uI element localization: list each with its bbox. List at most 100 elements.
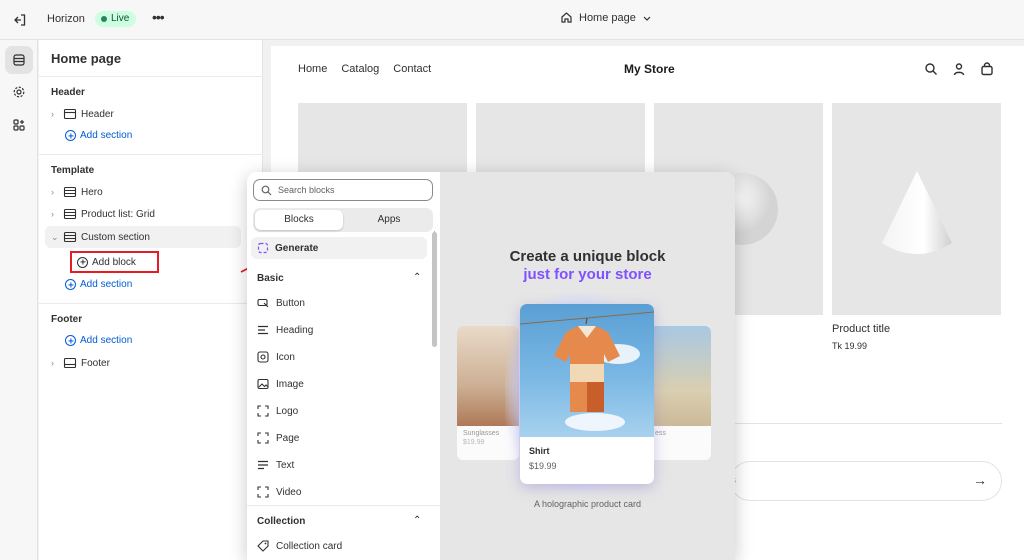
footer-group-title: Footer (51, 314, 83, 325)
block-item-button[interactable]: Button (257, 294, 305, 312)
chevron-up-icon[interactable]: ⌃ (413, 272, 421, 283)
generate-label: Generate (275, 242, 319, 254)
search-icon (261, 185, 272, 195)
video-icon (257, 486, 269, 498)
block-item-image[interactable]: Image (257, 375, 304, 393)
theme-name: Horizon (47, 13, 85, 25)
block-item-text[interactable]: Text (257, 456, 294, 474)
promo-card-main: Shirt $19.99 (520, 304, 654, 484)
chevron-right-icon: › (51, 209, 54, 219)
more-actions-button[interactable]: ••• (152, 10, 168, 26)
generate-sparkle-icon (257, 242, 269, 254)
exit-icon[interactable] (12, 12, 28, 28)
add-section-template-button[interactable]: Add section (65, 279, 132, 290)
sidebar-item-custom-section[interactable]: ⌄ Custom section (51, 227, 241, 247)
block-item-icon[interactable]: Icon (257, 348, 295, 366)
plus-circle-icon (65, 130, 76, 141)
product-price: Tk 19.99 (832, 341, 868, 351)
section-icon (63, 208, 77, 220)
live-dot-icon (101, 16, 107, 22)
section-icon (63, 231, 77, 243)
promo-subtitle: just for your store (523, 266, 652, 283)
promo-title: Create a unique block (509, 248, 666, 265)
page-selector[interactable]: Home page (560, 11, 652, 24)
sections-icon (13, 54, 25, 66)
dress-image (649, 326, 711, 426)
chevron-down-icon: ⌄ (51, 231, 59, 242)
block-item-label: Logo (276, 405, 299, 417)
block-item-label: Collection card (276, 540, 343, 552)
add-block-label: Add block (92, 256, 136, 268)
chevron-up-icon[interactable]: ⌃ (413, 515, 421, 526)
page-selector-label: Home page (579, 11, 636, 24)
search-blocks-input[interactable]: Search blocks (253, 179, 433, 201)
block-item-label: Button (276, 297, 305, 309)
collection-group-title: Collection (257, 516, 306, 527)
block-item-collection-card[interactable]: Collection card (257, 537, 342, 555)
live-badge: Live (95, 11, 137, 27)
tab-apps[interactable]: Apps (345, 210, 433, 230)
divider (39, 154, 263, 155)
gear-icon (13, 86, 25, 98)
sidebar-item-label: Custom section (81, 231, 150, 243)
heading-icon (258, 325, 268, 335)
block-item-video[interactable]: Video (257, 483, 301, 501)
section-header-icon (63, 108, 77, 120)
email-signup-field[interactable]: s → (730, 461, 1002, 501)
nav-link-contact[interactable]: Contact (393, 63, 431, 75)
live-badge-label: Live (111, 13, 130, 24)
divider (39, 76, 263, 77)
collection-card-icon (257, 540, 269, 552)
sidebar-item-hero[interactable]: › Hero (51, 182, 241, 202)
arrow-right-icon[interactable]: → (973, 472, 987, 488)
block-item-logo[interactable]: Logo (257, 402, 298, 420)
home-icon (561, 12, 572, 23)
sidebar-item-product-list[interactable]: › Product list: Grid (51, 204, 241, 224)
template-group-title: Template (51, 165, 95, 176)
store-nav: Home Catalog Contact (298, 63, 431, 75)
tab-blocks[interactable]: Blocks (255, 210, 343, 230)
text-icon (258, 460, 268, 470)
chevron-right-icon: › (51, 187, 54, 197)
block-item-label: Image (276, 378, 304, 390)
product-card-image[interactable] (832, 103, 1001, 315)
block-list: Search blocks Blocks Apps Generate ▲ Bas… (247, 172, 440, 560)
block-item-heading[interactable]: Heading (257, 321, 313, 339)
sidebar-item-header[interactable]: › Header (51, 104, 241, 124)
add-block-button[interactable]: Add block (70, 251, 159, 273)
block-item-label: Video (276, 486, 302, 498)
promo-caption: A holographic product card (533, 499, 642, 509)
nav-link-home[interactable]: Home (298, 63, 327, 75)
cone-shape (882, 171, 952, 254)
sections-sidebar: Home page ▲ Header › Header Add section … (39, 40, 298, 560)
add-section-header-button[interactable]: Add section (65, 130, 132, 141)
plus-circle-icon (65, 335, 76, 346)
logo-icon (257, 405, 269, 417)
picker-tabs: Blocks Apps (253, 208, 433, 232)
sidebar-item-footer[interactable]: › Footer (51, 353, 241, 373)
promo-card-main-price: $19.99 (529, 461, 557, 471)
store-name: My Store (624, 62, 675, 76)
sections-rail-button[interactable] (5, 46, 33, 74)
search-icon[interactable] (924, 62, 938, 76)
button-icon (257, 298, 269, 308)
cart-icon[interactable] (980, 62, 994, 76)
promo-card-right: ess (649, 326, 711, 460)
account-icon[interactable] (952, 62, 966, 76)
block-item-label: Text (276, 459, 295, 471)
promo-card-right-name: ess (655, 430, 666, 437)
block-item-label: Page (276, 432, 300, 444)
apps-rail-button[interactable] (5, 111, 33, 139)
block-list-scrollbar[interactable] (432, 232, 437, 347)
plus-circle-icon (77, 256, 88, 268)
shirt-illustration (520, 311, 654, 431)
add-section-footer-button[interactable]: Add section (65, 335, 132, 346)
product-title[interactable]: Product title (832, 323, 890, 335)
block-item-page[interactable]: Page (257, 429, 299, 447)
section-icon (63, 186, 77, 198)
nav-link-catalog[interactable]: Catalog (341, 63, 379, 75)
settings-rail-button[interactable] (5, 78, 33, 106)
block-item-label: Icon (276, 351, 295, 363)
generate-block-item[interactable]: Generate (251, 237, 427, 259)
header-icons (924, 62, 994, 76)
